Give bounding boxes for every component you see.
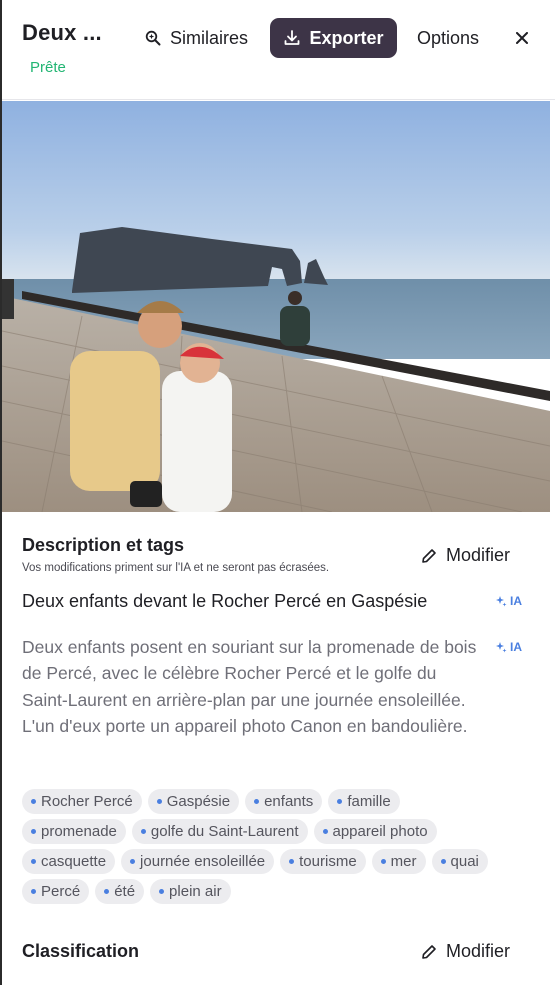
tag-dot [31, 858, 36, 864]
modify-classification-button[interactable]: Modifier [420, 941, 510, 962]
tag-chip[interactable]: été [95, 878, 145, 904]
tag-chip[interactable]: tourisme [280, 848, 366, 874]
photo-preview[interactable] [2, 101, 550, 512]
tag-chip[interactable]: casquette [22, 848, 116, 874]
pencil-icon [422, 944, 436, 959]
tag-dot [380, 858, 386, 864]
tag-label: journée ensoleillée [140, 852, 266, 870]
tag-dot [254, 798, 260, 804]
tag-chip[interactable]: plein air [150, 878, 231, 904]
modify-description-button[interactable]: Modifier [420, 545, 510, 566]
tag-dot [140, 828, 146, 834]
modify-label: Modifier [446, 941, 511, 961]
sparkle-icon [496, 642, 507, 653]
tag-list: Rocher Percé Gaspésie enfants famille pr… [22, 786, 522, 906]
close-icon [516, 32, 528, 44]
tag-dot [104, 888, 110, 894]
tag-label: appareil photo [332, 822, 428, 840]
options-button[interactable]: Options [417, 18, 479, 58]
tag-chip[interactable]: Gaspésie [147, 788, 240, 814]
description-section-subtitle: Vos modifications priment sur l'IA et ne… [22, 562, 330, 574]
tag-label: golfe du Saint-Laurent [150, 822, 299, 840]
tag-label: Percé [41, 882, 81, 900]
tag-chip[interactable]: promenade [22, 818, 126, 844]
description-section-title: Description et tags [22, 535, 185, 555]
detail-header: Deux ... Prête Similaires Exporter Optio… [2, 0, 555, 100]
sparkle-icon [496, 596, 507, 607]
tag-chip[interactable]: enfants [245, 788, 323, 814]
tag-dot [31, 798, 36, 804]
tag-dot [156, 798, 162, 804]
tag-dot [289, 858, 295, 864]
photo-title: Deux ... [22, 20, 102, 45]
tag-chip[interactable]: golfe du Saint-Laurent [131, 818, 308, 844]
tag-chip[interactable]: mer [371, 848, 426, 874]
tag-label: été [114, 882, 136, 900]
tag-dot [159, 888, 165, 894]
status-label: Prête [30, 59, 66, 76]
classification-section-title: Classification [22, 941, 140, 961]
tag-dot [130, 858, 136, 864]
ia-badge-description: IA [495, 640, 522, 654]
tag-dot [322, 828, 328, 834]
tag-label: tourisme [299, 852, 357, 870]
tag-chip[interactable]: appareil photo [313, 818, 437, 844]
modify-label: Modifier [446, 545, 511, 565]
tag-label: casquette [41, 852, 107, 870]
tag-dot [31, 828, 36, 834]
tag-label: Gaspésie [166, 792, 231, 810]
tag-label: promenade [41, 822, 117, 840]
tag-chip[interactable]: quai [431, 848, 488, 874]
close-button[interactable] [512, 18, 532, 58]
export-button[interactable]: Exporter [270, 18, 397, 58]
tag-label: plein air [169, 882, 222, 900]
export-label: Exporter [309, 27, 384, 48]
ia-label: IA [510, 640, 522, 654]
similar-button[interactable]: Similaires [144, 18, 248, 58]
tag-chip[interactable]: famille [328, 788, 400, 814]
tag-dot [440, 858, 446, 864]
similar-label: Similaires [170, 27, 249, 48]
tag-label: Rocher Percé [41, 792, 133, 810]
tag-chip[interactable]: journée ensoleillée [121, 848, 275, 874]
ia-badge-caption: IA [495, 594, 522, 608]
search-sparkle-icon [145, 30, 161, 46]
ia-label: IA [510, 594, 522, 608]
description-text: Deux enfants posent en souriant sur la p… [22, 637, 477, 736]
tag-label: enfants [264, 792, 314, 810]
options-label: Options [417, 27, 480, 48]
tag-dot [337, 798, 343, 804]
tag-dot [31, 888, 36, 894]
tag-label: mer [390, 852, 417, 870]
pencil-icon [422, 548, 436, 563]
download-icon [285, 30, 300, 45]
tag-chip[interactable]: Rocher Percé [22, 788, 142, 814]
tag-chip[interactable]: Percé [22, 878, 90, 904]
tag-label: quai [450, 852, 479, 870]
tag-label: famille [347, 792, 391, 810]
caption-text: Deux enfants devant le Rocher Percé en G… [22, 591, 428, 611]
